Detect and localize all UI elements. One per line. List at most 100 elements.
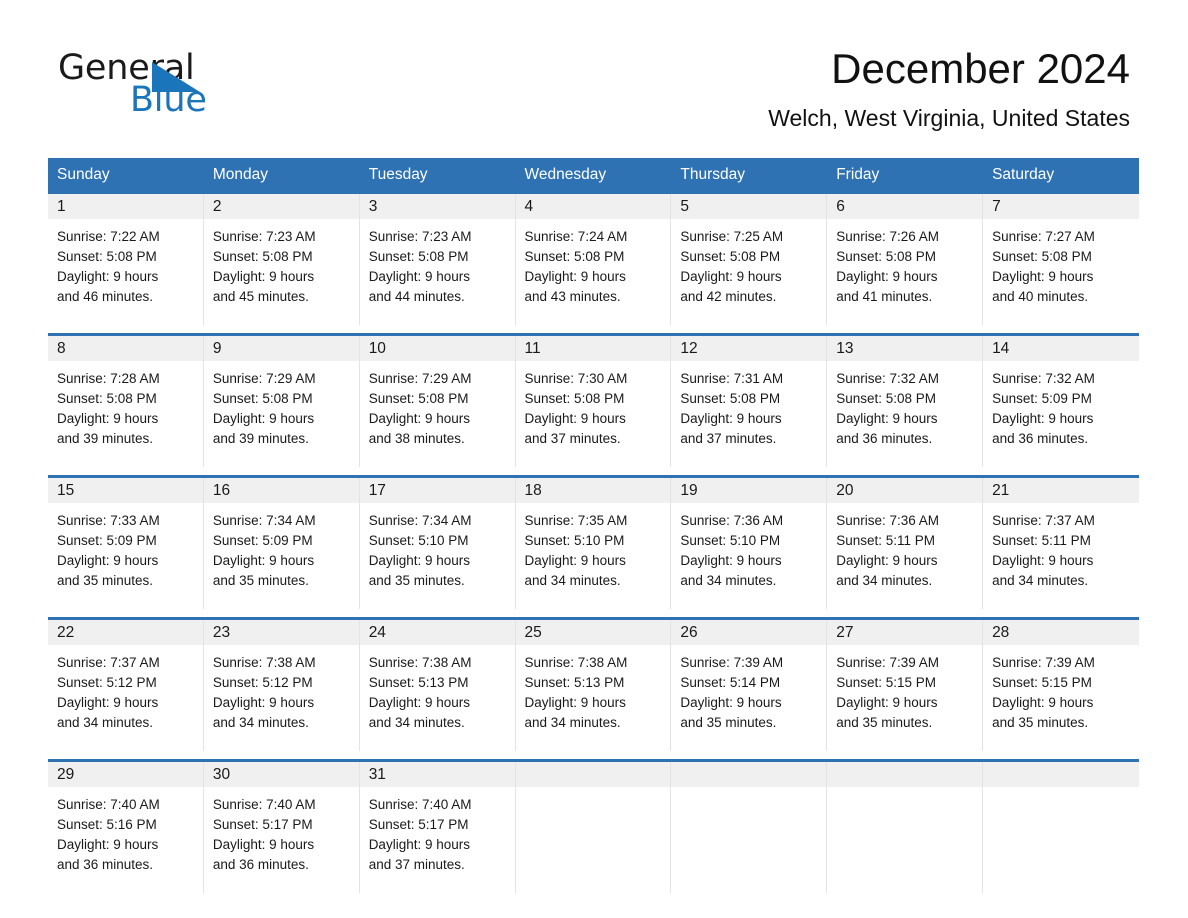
logo-text-blue: Blue <box>130 80 207 120</box>
daylight-text-line2: and 34 minutes. <box>680 572 777 588</box>
general-blue-logo[interactable]: General Blue <box>58 48 318 120</box>
day-details: Sunrise: 7:23 AM Sunset: 5:08 PM Dayligh… <box>360 219 515 307</box>
sunset-text: Sunset: 5:08 PM <box>212 248 313 264</box>
daylight-text-line2: and 34 minutes. <box>524 572 621 588</box>
day-number-band: 14 <box>983 335 1139 361</box>
day-number: 25 <box>524 623 542 641</box>
daylight-text-line1: Daylight: 9 hours <box>836 552 938 568</box>
day-cell[interactable]: 1 Sunrise: 7:22 AM Sunset: 5:08 PM Dayli… <box>48 193 204 325</box>
daylight-text-line1: Daylight: 9 hours <box>992 552 1094 568</box>
day-cell[interactable]: 18 Sunrise: 7:35 AM Sunset: 5:10 PM Dayl… <box>515 477 672 609</box>
daylight-text-line2: and 45 minutes. <box>212 288 309 304</box>
day-cell[interactable]: 30 Sunrise: 7:40 AM Sunset: 5:17 PM Dayl… <box>203 761 360 893</box>
day-cell[interactable]: 15 Sunrise: 7:33 AM Sunset: 5:09 PM Dayl… <box>48 477 204 609</box>
row-spacer <box>48 324 1139 333</box>
day-cell[interactable]: 4 Sunrise: 7:24 AM Sunset: 5:08 PM Dayli… <box>515 193 672 325</box>
day-cell[interactable]: 28 Sunrise: 7:39 AM Sunset: 5:15 PM Dayl… <box>983 619 1139 751</box>
row-spacer <box>48 466 1139 475</box>
day-details: Sunrise: 7:36 AM Sunset: 5:11 PM Dayligh… <box>827 503 982 591</box>
day-number: 16 <box>212 481 231 499</box>
day-cell[interactable]: 26 Sunrise: 7:39 AM Sunset: 5:14 PM Dayl… <box>671 619 828 751</box>
weekday-header-monday: Monday <box>212 166 268 183</box>
daylight-text-line1: Daylight: 9 hours <box>524 694 626 710</box>
day-cell[interactable]: 3 Sunrise: 7:23 AM Sunset: 5:08 PM Dayli… <box>359 193 516 325</box>
day-cell[interactable]: 5 Sunrise: 7:25 AM Sunset: 5:08 PM Dayli… <box>671 193 828 325</box>
daylight-text-line2: and 39 minutes. <box>212 430 309 446</box>
day-number: 11 <box>524 339 541 357</box>
sunset-text: Sunset: 5:08 PM <box>57 248 157 264</box>
day-cell[interactable]: 2 Sunrise: 7:23 AM Sunset: 5:08 PM Dayli… <box>203 193 360 325</box>
day-cell[interactable]: 8 Sunrise: 7:28 AM Sunset: 5:08 PM Dayli… <box>48 335 204 467</box>
daylight-text-line1: Daylight: 9 hours <box>992 268 1094 284</box>
sunset-text: Sunset: 5:08 PM <box>524 390 625 406</box>
day-number: 30 <box>212 765 231 783</box>
day-cell[interactable]: 13 Sunrise: 7:32 AM Sunset: 5:08 PM Dayl… <box>827 335 984 467</box>
day-cell[interactable]: 20 Sunrise: 7:36 AM Sunset: 5:11 PM Dayl… <box>827 477 984 609</box>
day-cell[interactable]: 22 Sunrise: 7:37 AM Sunset: 5:12 PM Dayl… <box>48 619 204 751</box>
day-cell[interactable]: 24 Sunrise: 7:38 AM Sunset: 5:13 PM Dayl… <box>359 619 516 751</box>
day-cell[interactable]: 19 Sunrise: 7:36 AM Sunset: 5:10 PM Dayl… <box>671 477 828 609</box>
day-number-band: 4 <box>515 193 671 219</box>
daylight-text-line2: and 34 minutes. <box>368 714 465 730</box>
day-number: 14 <box>992 339 1010 357</box>
sunset-text: Sunset: 5:17 PM <box>212 816 313 832</box>
sunrise-text: Sunrise: 7:40 AM <box>368 796 472 812</box>
day-cell[interactable]: 7 Sunrise: 7:27 AM Sunset: 5:08 PM Dayli… <box>983 193 1139 325</box>
daylight-text-line1: Daylight: 9 hours <box>524 552 626 568</box>
day-cell[interactable]: 6 Sunrise: 7:26 AM Sunset: 5:08 PM Dayli… <box>827 193 984 325</box>
day-number-band: 29 <box>48 761 203 787</box>
title-block: December 2024 Welch, West Virginia, Unit… <box>768 46 1130 132</box>
day-number-band: 5 <box>671 193 827 219</box>
day-cell[interactable]: 11 Sunrise: 7:30 AM Sunset: 5:08 PM Dayl… <box>515 335 672 467</box>
day-cell[interactable]: 10 Sunrise: 7:29 AM Sunset: 5:08 PM Dayl… <box>359 335 516 467</box>
sunrise-text: Sunrise: 7:29 AM <box>212 370 316 386</box>
sunrise-text: Sunrise: 7:23 AM <box>368 228 472 244</box>
day-number-band <box>515 761 671 787</box>
sunrise-text: Sunrise: 7:38 AM <box>212 654 316 670</box>
daylight-text-line2: and 42 minutes. <box>680 288 777 304</box>
daylight-text-line2: and 41 minutes. <box>836 288 933 304</box>
day-details: Sunrise: 7:37 AM Sunset: 5:12 PM Dayligh… <box>48 645 203 733</box>
weekday-header-tuesday: Tuesday <box>368 166 428 183</box>
day-cell[interactable]: 12 Sunrise: 7:31 AM Sunset: 5:08 PM Dayl… <box>671 335 828 467</box>
day-number-band: 12 <box>671 335 827 361</box>
day-cell[interactable]: 14 Sunrise: 7:32 AM Sunset: 5:09 PM Dayl… <box>983 335 1139 467</box>
day-details: Sunrise: 7:32 AM Sunset: 5:08 PM Dayligh… <box>827 361 982 449</box>
daylight-text-line1: Daylight: 9 hours <box>680 694 782 710</box>
day-cell[interactable]: 29 Sunrise: 7:40 AM Sunset: 5:16 PM Dayl… <box>48 761 204 893</box>
day-number-band: 23 <box>203 619 359 645</box>
daylight-text-line1: Daylight: 9 hours <box>368 410 470 426</box>
day-number-band <box>827 761 983 787</box>
day-cell[interactable]: 21 Sunrise: 7:37 AM Sunset: 5:11 PM Dayl… <box>983 477 1139 609</box>
sunset-text: Sunset: 5:17 PM <box>368 816 469 832</box>
day-number: 10 <box>368 339 386 357</box>
sunrise-text: Sunrise: 7:28 AM <box>57 370 160 386</box>
daylight-text-line2: and 34 minutes. <box>836 572 933 588</box>
sunrise-text: Sunrise: 7:37 AM <box>992 512 1095 528</box>
daylight-text-line2: and 36 minutes. <box>57 856 154 872</box>
day-cell[interactable]: 9 Sunrise: 7:29 AM Sunset: 5:08 PM Dayli… <box>203 335 360 467</box>
daylight-text-line1: Daylight: 9 hours <box>57 410 159 426</box>
sunset-text: Sunset: 5:08 PM <box>368 390 469 406</box>
day-cell[interactable]: 25 Sunrise: 7:38 AM Sunset: 5:13 PM Dayl… <box>515 619 672 751</box>
day-cell[interactable]: 16 Sunrise: 7:34 AM Sunset: 5:09 PM Dayl… <box>203 477 360 609</box>
day-cell[interactable]: 17 Sunrise: 7:34 AM Sunset: 5:10 PM Dayl… <box>359 477 516 609</box>
day-number-band: 11 <box>515 335 671 361</box>
daylight-text-line1: Daylight: 9 hours <box>680 552 782 568</box>
sunset-text: Sunset: 5:08 PM <box>836 248 937 264</box>
sunrise-text: Sunrise: 7:32 AM <box>836 370 940 386</box>
sunrise-text: Sunrise: 7:38 AM <box>368 654 472 670</box>
day-number-band: 25 <box>515 619 671 645</box>
day-number: 29 <box>57 765 75 783</box>
day-cell[interactable]: 31 Sunrise: 7:40 AM Sunset: 5:17 PM Dayl… <box>359 761 516 893</box>
daylight-text-line2: and 34 minutes. <box>524 714 621 730</box>
day-number: 18 <box>524 481 542 499</box>
sunset-text: Sunset: 5:09 PM <box>212 532 313 548</box>
daylight-text-line1: Daylight: 9 hours <box>992 410 1094 426</box>
row-spacer <box>48 750 1139 759</box>
calendar-page: General Blue December 2024 Welch, West V… <box>0 0 1188 918</box>
day-cell[interactable]: 23 Sunrise: 7:38 AM Sunset: 5:12 PM Dayl… <box>203 619 360 751</box>
daylight-text-line2: and 35 minutes. <box>368 572 465 588</box>
day-number: 17 <box>368 481 386 499</box>
day-cell[interactable]: 27 Sunrise: 7:39 AM Sunset: 5:15 PM Dayl… <box>827 619 984 751</box>
